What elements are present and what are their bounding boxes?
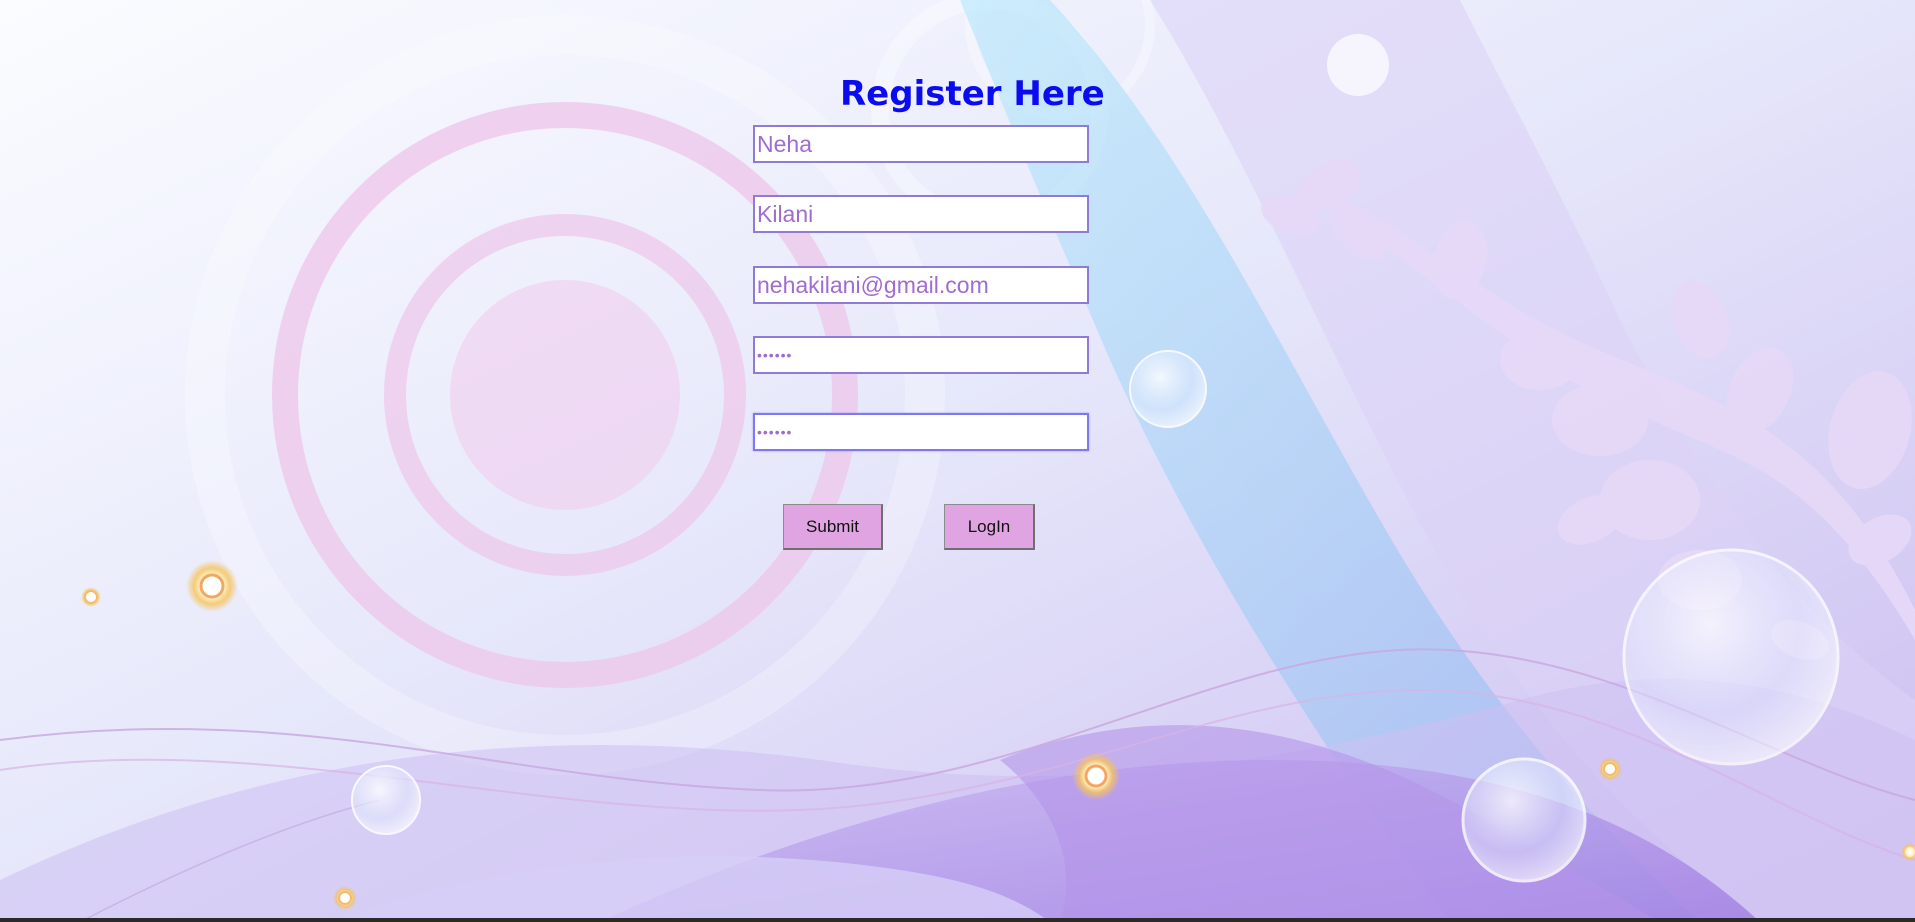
login-button[interactable]: LogIn [944, 504, 1035, 550]
password-field[interactable] [753, 336, 1089, 374]
email-field[interactable] [753, 266, 1089, 304]
last-name-field[interactable] [753, 195, 1089, 233]
first-name-field[interactable] [753, 125, 1089, 163]
page-title: Register Here [840, 74, 1105, 114]
submit-button[interactable]: Submit [783, 504, 883, 550]
confirm-password-field[interactable] [753, 413, 1089, 451]
register-form: Register Here Submit LogIn [0, 0, 1915, 922]
